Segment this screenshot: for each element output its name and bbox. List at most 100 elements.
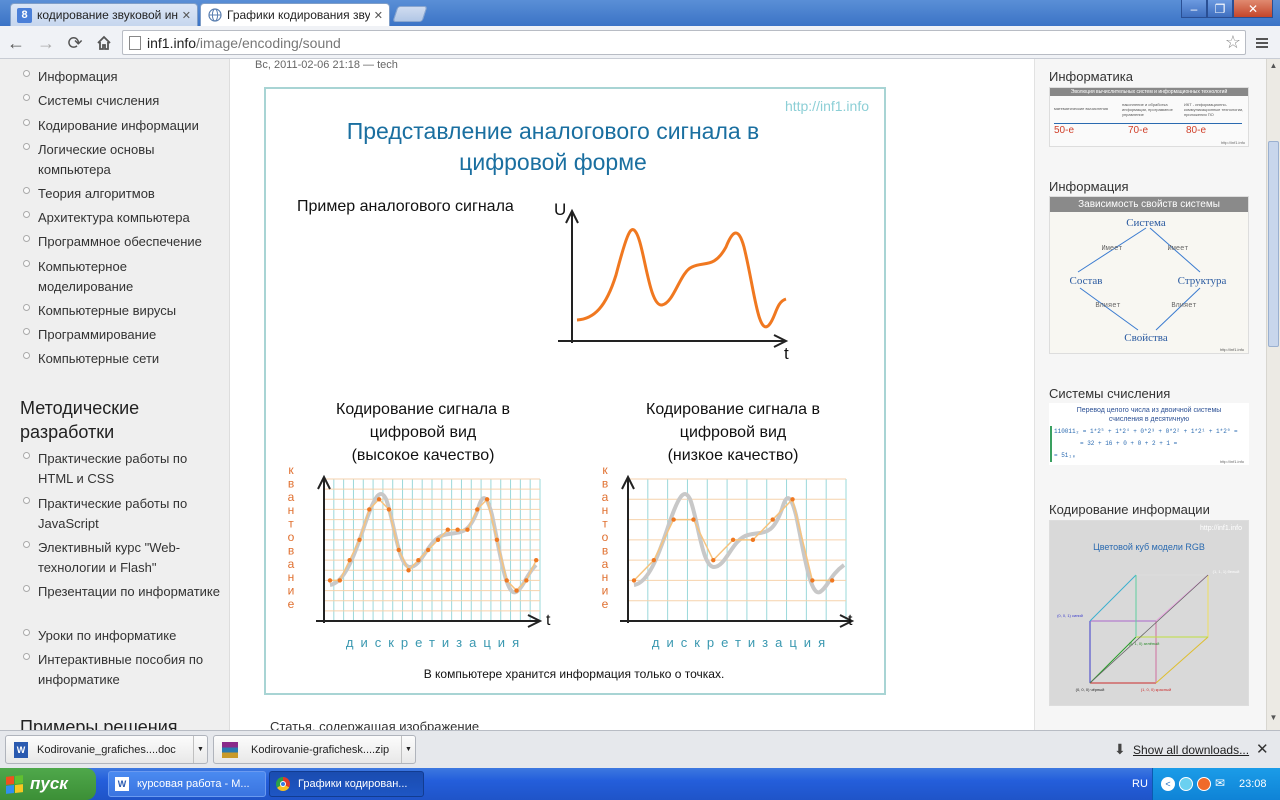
left-chart-title-1: Кодирование сигнала в xyxy=(336,401,510,418)
nav-link[interactable]: Практические работы по JavaScript xyxy=(38,494,224,534)
close-tab-icon[interactable]: ✕ xyxy=(182,9,191,22)
tray-back-icon[interactable]: < xyxy=(1161,777,1175,791)
tab-google-search[interactable]: 8 кодирование звуковой инф ✕ xyxy=(10,3,198,26)
figure-frame xyxy=(264,87,886,695)
download-arrow-icon: ⬇ xyxy=(1114,741,1126,757)
sidebar-title-kodirovanie[interactable]: Кодирование информации xyxy=(1049,502,1210,517)
nav-link[interactable]: Архитектура компьютера xyxy=(38,208,224,228)
download-menu-arrow-icon[interactable]: ▼ xyxy=(401,736,415,763)
left-navigation: Информация Системы счисления Кодирование… xyxy=(0,59,230,730)
figure-site-url: http://inf1.info xyxy=(785,98,869,114)
sample-point xyxy=(347,557,352,563)
taskbar-item-word[interactable]: W курсовая работа - M... xyxy=(108,771,266,797)
download-menu-arrow-icon[interactable]: ▼ xyxy=(193,736,207,763)
sidebar-title-sistemy-schisleniya[interactable]: Системы счисления xyxy=(1049,386,1170,401)
sidebar-title-informaciya[interactable]: Информация xyxy=(1049,179,1129,194)
sample-point xyxy=(671,517,676,522)
scroll-up-arrow-icon[interactable]: ▲ xyxy=(1268,61,1279,75)
nav-link[interactable]: Презентации по информатике xyxy=(38,582,224,602)
tray-volume-icon[interactable]: ✉ xyxy=(1215,776,1225,790)
nav-link[interactable]: Компьютерные вирусы xyxy=(38,301,224,321)
nav-link[interactable]: Практические работы по HTML и CSS xyxy=(38,449,224,489)
home-icon[interactable] xyxy=(92,31,116,55)
close-downloads-bar-icon[interactable]: ✕ xyxy=(1256,740,1269,758)
sample-point xyxy=(396,547,401,553)
thumb-url: http://inf1.info xyxy=(1220,347,1245,352)
thumb-url: http://inf1.info xyxy=(1199,525,1242,532)
encoding-figure: http://inf1.info Представление аналогово… xyxy=(264,87,886,695)
u-axis-label: U xyxy=(554,200,566,219)
cube-label-black: (0, 0, 0) чёрный xyxy=(1076,687,1105,692)
close-window-button[interactable]: ✕ xyxy=(1233,0,1273,18)
informaciya-thumbnail[interactable]: Зависимость свойств системы Система Сост… xyxy=(1049,196,1249,354)
quantization-letter: н xyxy=(602,503,609,517)
start-label: пуск xyxy=(30,774,68,793)
nav-link[interactable]: Теория алгоритмов xyxy=(38,184,224,204)
new-tab-button[interactable] xyxy=(392,6,428,22)
clock: 23:08 xyxy=(1239,778,1267,790)
windows-flag-icon xyxy=(6,774,23,794)
start-button[interactable]: пуск xyxy=(0,768,96,800)
scroll-thumb[interactable] xyxy=(1268,141,1279,347)
address-bar[interactable]: inf1.info/image/encoding/sound ☆ xyxy=(122,30,1246,55)
show-all-downloads-link[interactable]: Show all downloads... xyxy=(1133,743,1249,757)
vertical-scrollbar[interactable]: ▲ ▼ xyxy=(1266,59,1280,730)
edge-label: Имеет xyxy=(1167,245,1188,253)
nav-link[interactable]: Компьютерное моделирование xyxy=(38,257,224,297)
tray-antivirus-icon[interactable] xyxy=(1197,777,1211,791)
download-filename: Kodirovanie-grafichesk....zip xyxy=(251,743,390,756)
download-item-doc[interactable]: W Kodirovanie_grafiches....doc ▼ xyxy=(5,735,208,764)
taskbar-item-chrome[interactable]: Графики кодирован... xyxy=(269,771,424,797)
scroll-down-arrow-icon[interactable]: ▼ xyxy=(1268,713,1279,727)
nav-link[interactable]: Информация xyxy=(38,67,224,87)
node-properties: Свойства xyxy=(1124,332,1168,344)
bullet-icon xyxy=(23,629,30,636)
tab-active-page[interactable]: Графики кодирования звук ✕ xyxy=(200,3,390,26)
thumb-header: Зависимость свойств системы xyxy=(1050,197,1248,212)
minimize-button[interactable]: ‒ xyxy=(1181,0,1207,18)
bullet-icon xyxy=(23,541,30,548)
sample-point xyxy=(416,557,421,563)
nav-link[interactable]: Компьютерные сети xyxy=(38,349,224,369)
nav-link[interactable]: Кодирование информации xyxy=(38,116,224,136)
close-tab-icon[interactable]: ✕ xyxy=(374,9,383,22)
nav-link[interactable]: Программирование xyxy=(38,325,224,345)
bookmark-star-icon[interactable]: ☆ xyxy=(1225,32,1241,53)
reload-icon[interactable]: ⟳ xyxy=(63,31,87,55)
lq-discretization-label: дискретизация xyxy=(652,635,832,650)
nav-link[interactable]: Уроки по информатике xyxy=(38,626,224,646)
nav-link[interactable]: Системы счисления xyxy=(38,91,224,111)
sample-point xyxy=(327,578,333,583)
sample-point xyxy=(730,537,736,543)
page-viewport: Информация Системы счисления Кодирование… xyxy=(0,59,1266,730)
article-caption: Статья, содержащая изображение xyxy=(270,719,480,730)
nav-link[interactable]: Интерактивные пособия по информатике xyxy=(38,650,224,690)
nav-link[interactable]: Элективный курс "Web-технологии и Flash" xyxy=(38,538,224,578)
quantization-letter: а xyxy=(288,490,295,504)
sample-point xyxy=(829,578,835,583)
edge-label: Влияет xyxy=(1095,302,1120,310)
maximize-button[interactable]: ❐ xyxy=(1207,0,1233,18)
back-arrow-icon[interactable]: ← xyxy=(4,31,28,55)
bullet-icon xyxy=(23,328,30,335)
menu-wrench-icon[interactable] xyxy=(1250,31,1274,55)
right-chart-title-2: цифровой вид xyxy=(680,424,787,441)
forward-arrow-icon[interactable]: → xyxy=(34,31,58,55)
sample-point xyxy=(790,497,795,502)
informatika-thumbnail[interactable]: Эволюция вычислительных систем и информа… xyxy=(1049,87,1249,147)
rgb-cube-thumbnail[interactable]: http://inf1.info Цветовой куб модели RGB… xyxy=(1049,520,1249,706)
nav-link[interactable]: Программное обеспечение xyxy=(38,232,224,252)
rgb-cube-diagram: (0, 0, 0) чёрный (1, 0, 0) красный (0, 1… xyxy=(1057,569,1239,692)
download-filename: Kodirovanie_grafiches....doc xyxy=(37,743,176,756)
chrome-icon xyxy=(276,777,290,791)
language-indicator[interactable]: RU xyxy=(1132,778,1148,790)
sidebar-title-informatika[interactable]: Информатика xyxy=(1049,69,1133,84)
tab-label: Графики кодирования звук xyxy=(227,8,370,22)
download-item-zip[interactable]: Kodirovanie-grafichesk....zip ▼ xyxy=(213,735,416,764)
sistemy-thumbnail[interactable]: Перевод целого числа из двоичной системы… xyxy=(1049,403,1249,465)
sample-point xyxy=(337,578,343,583)
right-sidebar: Информатика Эволюция вычислительных сист… xyxy=(1034,59,1266,730)
tray-network-icon[interactable] xyxy=(1179,777,1193,791)
formula-line2: = 32 + 16 + 0 + 0 + 2 + 1 = xyxy=(1080,440,1178,447)
nav-link[interactable]: Логические основы компьютера xyxy=(38,140,224,180)
